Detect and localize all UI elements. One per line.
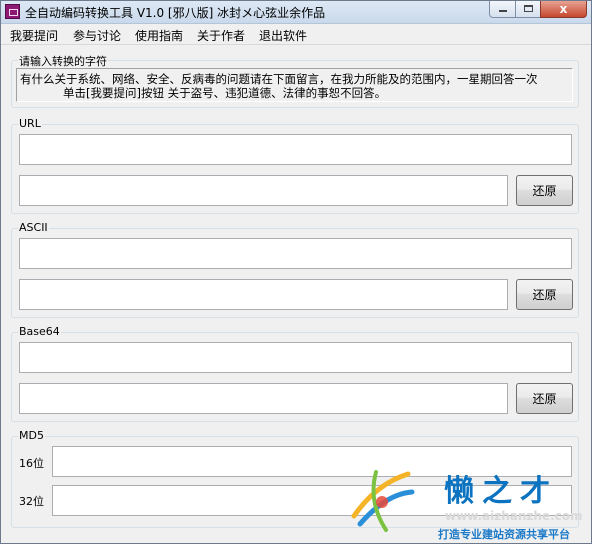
watermark: 懒之才 www.aizhanzhe.com 打造专业建站资源共享平台 (346, 464, 591, 544)
app-window: 全自动编码转换工具 V1.0 [邪八版] 冰封メ心弦业余作品 x 我要提问 参与… (0, 0, 592, 544)
window-title: 全自动编码转换工具 V1.0 [邪八版] 冰封メ心弦业余作品 (25, 6, 326, 20)
ascii-restore-button[interactable]: 还原 (516, 279, 573, 310)
md5-16-label: 16位 (19, 457, 44, 470)
input-text-line-1: 有什么关于系统、网络、安全、反病毒的问题请在下面留言，在我力所能及的范围内，一星… (20, 72, 538, 86)
menu-about-author[interactable]: 关于作者 (197, 27, 245, 44)
base64-decoded-field[interactable] (19, 383, 508, 414)
ascii-group-label: ASCII (18, 221, 49, 234)
md5-group-label: MD5 (18, 429, 45, 442)
watermark-logo-icon (351, 470, 415, 532)
title-bar[interactable]: 全自动编码转换工具 V1.0 [邪八版] 冰封メ心弦业余作品 x (1, 1, 591, 24)
maximize-button[interactable] (515, 1, 541, 18)
url-decoded-field[interactable] (19, 175, 508, 206)
maximize-icon (524, 5, 533, 12)
minimize-button[interactable] (489, 1, 516, 18)
url-restore-button[interactable]: 还原 (516, 175, 573, 206)
app-icon (5, 4, 20, 19)
watermark-brand: 懒之才 (444, 474, 558, 509)
menu-exit[interactable]: 退出软件 (259, 27, 307, 44)
menu-user-guide[interactable]: 使用指南 (135, 27, 183, 44)
base64-group-label: Base64 (18, 325, 61, 338)
close-icon: x (559, 2, 568, 16)
input-group-label: 请输入转换的字符 (18, 53, 108, 69)
base64-restore-button[interactable]: 还原 (516, 383, 573, 414)
watermark-slogan: 打造专业建站资源共享平台 (438, 528, 570, 541)
url-encoded-field[interactable] (19, 134, 572, 165)
close-button[interactable]: x (540, 1, 587, 18)
input-text-area[interactable]: 有什么关于系统、网络、安全、反病毒的问题请在下面留言，在我力所能及的范围内，一星… (16, 68, 573, 102)
watermark-url: www.aizhanzhe.com (445, 509, 583, 523)
menu-discussion[interactable]: 参与讨论 (73, 27, 121, 44)
url-group-label: URL (18, 117, 42, 130)
base64-encoded-field[interactable] (19, 342, 572, 373)
ascii-decoded-field[interactable] (19, 279, 508, 310)
ascii-encoded-field[interactable] (19, 238, 572, 269)
md5-32-label: 32位 (19, 495, 44, 508)
menu-bar: 我要提问 参与讨论 使用指南 关于作者 退出软件 (1, 24, 591, 45)
minimize-icon (499, 10, 507, 12)
menu-ask-question[interactable]: 我要提问 (10, 27, 58, 44)
input-text-line-2: 单击[我要提问]按钮 关于盗号、违犯道德、法律的事恕不回答。 (63, 86, 387, 100)
